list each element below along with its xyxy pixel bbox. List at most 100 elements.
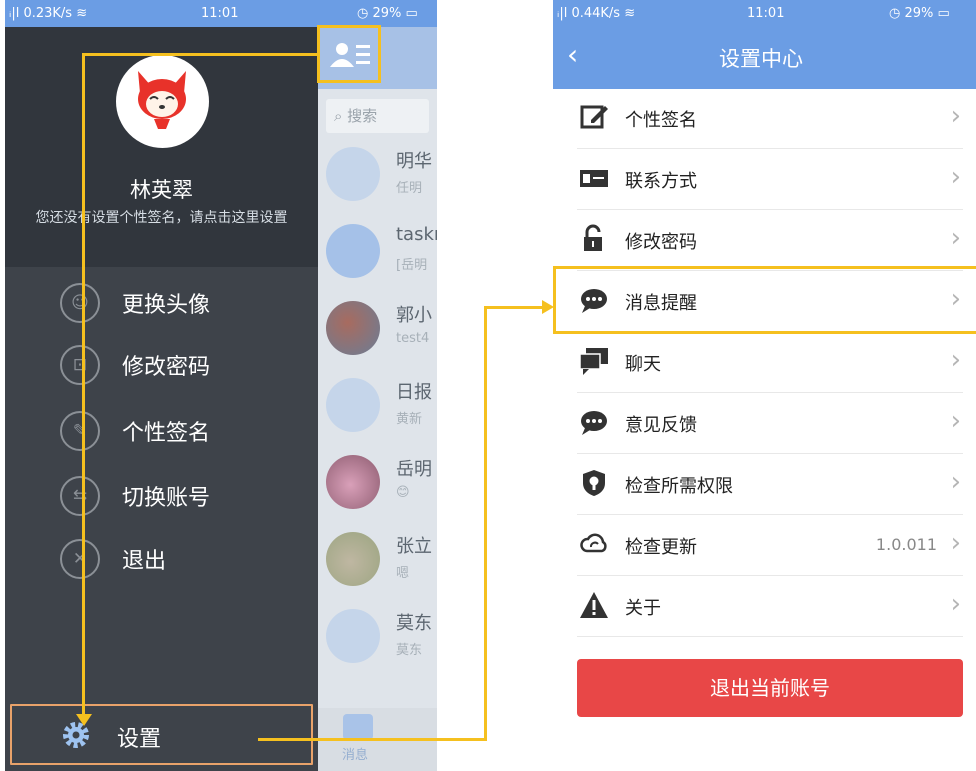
lock-icon: ⊡: [60, 345, 100, 385]
chat-name: taskr: [396, 224, 437, 245]
contact-card-icon: [580, 170, 608, 187]
settings-row-permissions[interactable]: 检查所需权限 ›: [577, 454, 963, 515]
chat-name: 日报: [396, 382, 432, 403]
chat-snippet: 嗯: [396, 566, 410, 581]
chat-name: 张立: [396, 536, 432, 557]
chevron-right-icon: ›: [950, 406, 961, 436]
settings-row-feedback[interactable]: 意见反馈 ›: [577, 393, 963, 454]
row-label: 聊天: [625, 354, 661, 375]
left-phone-screen: ᵢ|l 0.23K/s ≋ 11:01 ◷ 29% ▭ ⌕ 搜索 明华 任明 t…: [5, 0, 437, 771]
connector-line: [484, 306, 487, 741]
status-bar: ᵢ|l 0.23K/s ≋ 11:01 ◷ 29% ▭: [5, 0, 437, 27]
chat-snippet: 黄新: [396, 412, 423, 427]
chat-name: 莫东: [396, 613, 432, 634]
connector-line: [484, 306, 544, 309]
menu-change-avatar[interactable]: ☺ 更换头像: [60, 276, 300, 330]
settings-label: 设置: [117, 727, 162, 752]
arrow-head: [76, 714, 92, 726]
settings-row-signature[interactable]: 个性签名 ›: [577, 88, 963, 149]
menu-exit[interactable]: ✕ 退出: [60, 532, 300, 586]
username: 林英翠: [130, 178, 193, 202]
settings-row-chat[interactable]: 聊天 ›: [577, 332, 963, 393]
chat-item[interactable]: 莫东 莫东: [318, 599, 437, 676]
chevron-right-icon: ›: [950, 223, 961, 253]
tab-label: 消息: [342, 748, 369, 763]
status-time: 11:01: [201, 6, 239, 21]
menu-label: 切换账号: [122, 486, 211, 511]
message-avatar: [326, 224, 380, 278]
chat-list: ⌕ 搜索 明华 任明 taskr [岳明 郭小 test4 日报 黄新 岳明 😊: [318, 27, 437, 771]
row-label: 个性签名: [625, 110, 697, 131]
chat-name: 明华: [396, 151, 432, 172]
battery-level: ◷ 29% ▭: [889, 6, 950, 21]
battery-level: ◷ 29% ▭: [357, 6, 418, 21]
connector-line: [82, 53, 318, 56]
menu-label: 退出: [122, 549, 167, 574]
settings-row-update[interactable]: 检查更新 1.0.011 ›: [577, 515, 963, 576]
version-value: 1.0.011: [875, 535, 937, 554]
row-label: 联系方式: [625, 171, 697, 192]
chevron-right-icon: ›: [950, 467, 961, 497]
right-phone-screen: ᵢ|l 0.44K/s ≋ 11:01 ◷ 29% ▭ ‹ 设置中心 个性签名 …: [553, 0, 976, 771]
settings-row-contact[interactable]: 联系方式 ›: [577, 149, 963, 210]
settings-row-password[interactable]: 修改密码 ›: [577, 210, 963, 271]
chat-snippet: [岳明: [396, 258, 428, 273]
chat-snippet: 任明: [396, 181, 423, 196]
switch-icon: ⇆: [60, 476, 100, 516]
chat-item[interactable]: taskr [岳明: [318, 214, 437, 291]
user-avatar: [326, 301, 380, 355]
signature-hint[interactable]: 您还没有设置个性签名，请点击这里设置: [5, 207, 318, 227]
chat-item[interactable]: 日报 黄新: [318, 368, 437, 445]
cloud-sync-icon: [580, 533, 607, 553]
exit-icon: ✕: [60, 539, 100, 579]
menu-change-password[interactable]: ⊡ 修改密码: [60, 338, 300, 392]
edit-icon: ✎: [60, 411, 100, 451]
highlight-box: [553, 266, 976, 334]
user-avatar: [326, 455, 380, 509]
status-time: 11:01: [747, 6, 785, 21]
row-label: 关于: [625, 598, 661, 619]
group-avatar: [326, 147, 380, 201]
chat-icon: [579, 348, 608, 375]
user-icon: ☺: [60, 283, 100, 323]
settings-button[interactable]: 设置: [10, 704, 313, 765]
chevron-right-icon: ›: [950, 589, 961, 619]
shield-icon: [583, 470, 605, 496]
unlock-icon: [584, 224, 602, 251]
message-icon: [343, 714, 373, 740]
menu-label: 个性签名: [122, 421, 211, 446]
logout-button[interactable]: 退出当前账号: [577, 659, 963, 717]
chat-item[interactable]: 明华 任明: [318, 137, 437, 214]
nav-bar: ‹ 设置中心: [553, 27, 976, 89]
avatar[interactable]: [116, 55, 209, 148]
settings-row-about[interactable]: 关于 ›: [577, 576, 963, 637]
row-label: 修改密码: [625, 232, 697, 253]
connector-line: [82, 53, 85, 718]
user-avatar: [326, 532, 380, 586]
side-drawer: 林英翠 您还没有设置个性签名，请点击这里设置 ☺ 更换头像 ⊡ 修改密码 ✎ 个…: [5, 27, 318, 771]
chat-item[interactable]: 张立 嗯: [318, 522, 437, 599]
warning-icon: [580, 592, 608, 618]
chat-item[interactable]: 岳明 😊: [318, 445, 437, 522]
search-input[interactable]: ⌕ 搜索: [326, 99, 429, 133]
chat-snippet: 😊: [396, 485, 410, 500]
chat-name: 岳明: [396, 459, 432, 480]
menu-label: 更换头像: [122, 293, 211, 318]
chevron-right-icon: ›: [950, 101, 961, 131]
page-title: 设置中心: [719, 47, 803, 71]
profile-header: 林英翠 您还没有设置个性签名，请点击这里设置: [5, 27, 318, 267]
chevron-right-icon: ›: [950, 528, 961, 558]
chevron-right-icon: ›: [950, 162, 961, 192]
chat-name: 郭小: [396, 305, 432, 326]
status-bar: ᵢ|l 0.44K/s ≋ 11:01 ◷ 29% ▭: [553, 0, 976, 27]
feedback-icon: [581, 411, 607, 435]
menu-label: 修改密码: [122, 355, 211, 380]
chat-item[interactable]: 郭小 test4: [318, 291, 437, 368]
menu-signature[interactable]: ✎ 个性签名: [60, 404, 300, 458]
row-label: 检查更新: [625, 537, 697, 558]
group-avatar: [326, 609, 380, 663]
group-avatar: [326, 378, 380, 432]
chevron-right-icon: ›: [950, 345, 961, 375]
highlight-box: [317, 25, 381, 83]
menu-switch-account[interactable]: ⇆ 切换账号: [60, 469, 300, 523]
